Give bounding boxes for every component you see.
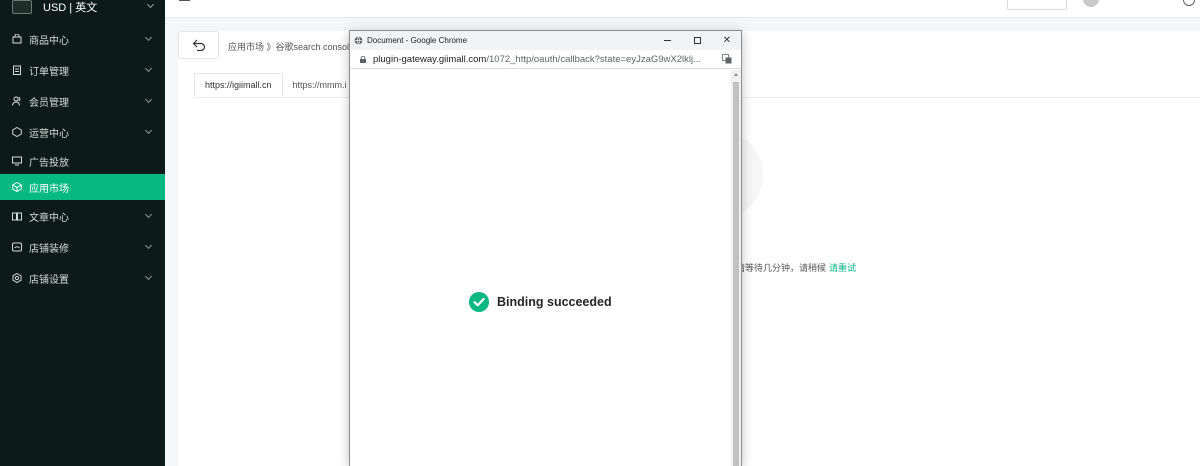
oauth-popup-window: Document - Google Chrome ✕ plugin-gatewa… bbox=[349, 30, 742, 466]
book-icon bbox=[12, 211, 22, 221]
monitor-icon bbox=[12, 156, 22, 166]
chevron-down-icon bbox=[144, 126, 153, 135]
scrollbar-thumb[interactable] bbox=[733, 82, 739, 466]
palette-icon bbox=[12, 242, 22, 252]
url-path: /1072_http/oauth/callback?state=eyJzaG9w… bbox=[486, 53, 702, 65]
hexagon-icon bbox=[12, 127, 22, 137]
clipboard-icon bbox=[12, 65, 22, 75]
minimize-icon bbox=[663, 39, 671, 41]
popup-body: Binding succeeded bbox=[350, 70, 731, 466]
chevron-down-icon bbox=[144, 95, 153, 104]
close-icon: ✕ bbox=[722, 34, 732, 46]
minimize-button[interactable] bbox=[660, 33, 674, 47]
popup-title: Document - Google Chrome bbox=[367, 36, 468, 45]
bag-icon bbox=[12, 34, 22, 44]
sidebar-item-orders[interactable]: 订单管理 bbox=[0, 57, 165, 83]
currency-language-label: USD | 英文 bbox=[43, 2, 98, 14]
tab-site-2[interactable]: https://mmm.i bbox=[283, 73, 357, 97]
check-circle-icon bbox=[469, 292, 489, 312]
back-arrow-icon bbox=[192, 39, 205, 51]
breadcrumb: 应用市场 》谷歌search console bbox=[228, 42, 355, 52]
sidebar-item-members[interactable]: 会员管理 bbox=[0, 88, 165, 114]
wait-message-text: 请等待几分钟，请稍候 bbox=[736, 263, 827, 273]
popup-address-bar[interactable]: plugin-gateway.giimall.com/1072_http/oau… bbox=[350, 50, 741, 69]
lock-icon bbox=[360, 55, 366, 63]
maximize-button[interactable] bbox=[690, 33, 704, 47]
sidebar-item-label: 商品中心 bbox=[29, 35, 69, 47]
sidebar-item-advertising[interactable]: 广告投放 bbox=[0, 148, 165, 174]
sidebar-item-store-decoration[interactable]: 店铺装修 bbox=[0, 234, 165, 260]
cube-icon bbox=[12, 182, 22, 192]
sidebar-item-operations[interactable]: 运营中心 bbox=[0, 119, 165, 145]
tab-site-1[interactable]: https://igiimall.cn bbox=[194, 73, 283, 97]
sidebar-item-app-market[interactable]: 应用市场 bbox=[0, 174, 165, 200]
sidebar-item-label: 店铺设置 bbox=[29, 274, 69, 286]
sidebar-item-label: 订单管理 bbox=[29, 66, 69, 78]
help-icon[interactable] bbox=[1183, 0, 1195, 6]
popup-title-bar[interactable]: Document - Google Chrome ✕ bbox=[350, 31, 741, 50]
menu-toggle-icon[interactable] bbox=[179, 0, 190, 2]
chevron-down-icon bbox=[144, 64, 153, 73]
site-tabs: https://igiimall.cn https://mmm.i bbox=[194, 73, 357, 97]
wait-message: 请等待几分钟，请稍候 请重试 bbox=[736, 261, 856, 274]
popup-url[interactable]: plugin-gateway.giimall.com/1072_http/oau… bbox=[373, 54, 723, 65]
chevron-down-icon bbox=[144, 272, 153, 281]
chevron-down-icon bbox=[144, 210, 153, 219]
sidebar-header[interactable]: USD | 英文 bbox=[0, 0, 165, 18]
gear-icon bbox=[12, 273, 22, 283]
maximize-icon bbox=[693, 36, 701, 44]
sidebar-item-products[interactable]: 商品中心 bbox=[0, 26, 165, 52]
sidebar-item-articles[interactable]: 文章中心 bbox=[0, 203, 165, 229]
sidebar-item-label: 应用市场 bbox=[29, 183, 69, 195]
popup-scrollbar[interactable] bbox=[731, 70, 741, 466]
retry-link[interactable]: 请重试 bbox=[829, 263, 856, 273]
success-message: Binding succeeded bbox=[497, 295, 612, 309]
sidebar-item-store-settings[interactable]: 店铺设置 bbox=[0, 265, 165, 291]
translate-icon[interactable] bbox=[722, 54, 732, 64]
avatar[interactable] bbox=[1083, 0, 1099, 7]
users-icon bbox=[12, 96, 22, 106]
sidebar-item-label: 会员管理 bbox=[29, 97, 69, 109]
close-button[interactable]: ✕ bbox=[720, 33, 734, 47]
back-button[interactable] bbox=[178, 31, 219, 59]
sidebar-item-label: 广告投放 bbox=[29, 157, 69, 169]
sidebar-item-label: 文章中心 bbox=[29, 212, 69, 224]
url-host: plugin-gateway.giimall.com bbox=[373, 53, 487, 65]
globe-icon bbox=[354, 36, 363, 45]
chevron-down-icon bbox=[144, 241, 153, 250]
chevron-down-icon bbox=[144, 33, 153, 42]
open-store-button[interactable] bbox=[1007, 0, 1067, 10]
store-logo-icon bbox=[12, 0, 32, 14]
sidebar-item-label: 店铺装修 bbox=[29, 243, 69, 255]
scroll-up-icon[interactable] bbox=[734, 73, 738, 76]
sidebar: USD | 英文 商品中心 订单管理 会员管理 运营中心 广告投放 应用市场 文… bbox=[0, 0, 165, 466]
binding-success: Binding succeeded bbox=[469, 292, 612, 312]
top-bar bbox=[165, 0, 1200, 18]
sidebar-item-label: 运营中心 bbox=[29, 128, 69, 140]
